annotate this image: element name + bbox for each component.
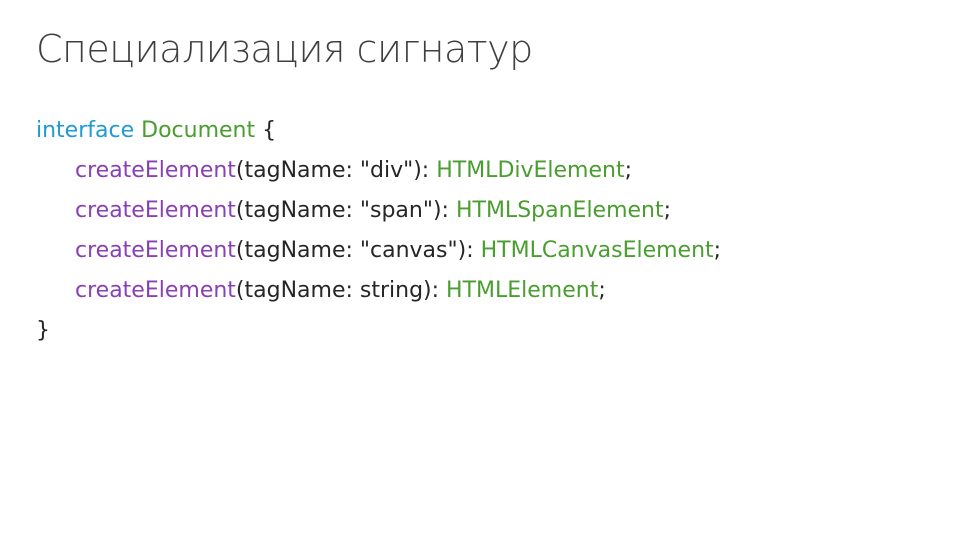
method-params: (tagName: "canvas"): xyxy=(235,238,481,263)
return-type: HTMLDivElement xyxy=(436,158,625,183)
method-params: (tagName: "div"): xyxy=(235,158,437,183)
close-brace: } xyxy=(36,318,50,343)
method-name: createElement xyxy=(75,158,236,183)
semicolon: ; xyxy=(624,158,633,183)
slide-title: Специализация сигнатур xyxy=(36,27,533,71)
slide: Специализация сигнатур interface Documen… xyxy=(0,0,960,540)
semicolon: ; xyxy=(663,198,672,223)
code-block: interface Document { createElement(tagNa… xyxy=(36,111,721,351)
method-name: createElement xyxy=(75,278,236,303)
code-line-interface: interface Document { xyxy=(36,111,721,151)
code-line-method: createElement(tagName: string): HTMLElem… xyxy=(36,271,721,311)
code-line-closing: } xyxy=(36,311,721,351)
return-type: HTMLSpanElement xyxy=(455,198,664,223)
method-params: (tagName: "span"): xyxy=(235,198,456,223)
semicolon: ; xyxy=(598,278,606,303)
return-type: HTMLCanvasElement xyxy=(480,238,714,263)
method-name: createElement xyxy=(75,238,236,263)
semicolon: ; xyxy=(713,238,722,263)
keyword-interface: interface xyxy=(36,118,135,143)
type-document: Document xyxy=(141,118,256,143)
code-line-method: createElement(tagName: "span"): HTMLSpan… xyxy=(36,191,721,231)
code-line-method: createElement(tagName: "canvas"): HTMLCa… xyxy=(36,231,721,271)
open-brace: { xyxy=(262,118,277,143)
method-name: createElement xyxy=(75,198,236,223)
code-line-method: createElement(tagName: "div"): HTMLDivEl… xyxy=(36,151,721,191)
method-params: (tagName: string): xyxy=(235,278,447,303)
return-type: HTMLElement xyxy=(446,278,599,303)
